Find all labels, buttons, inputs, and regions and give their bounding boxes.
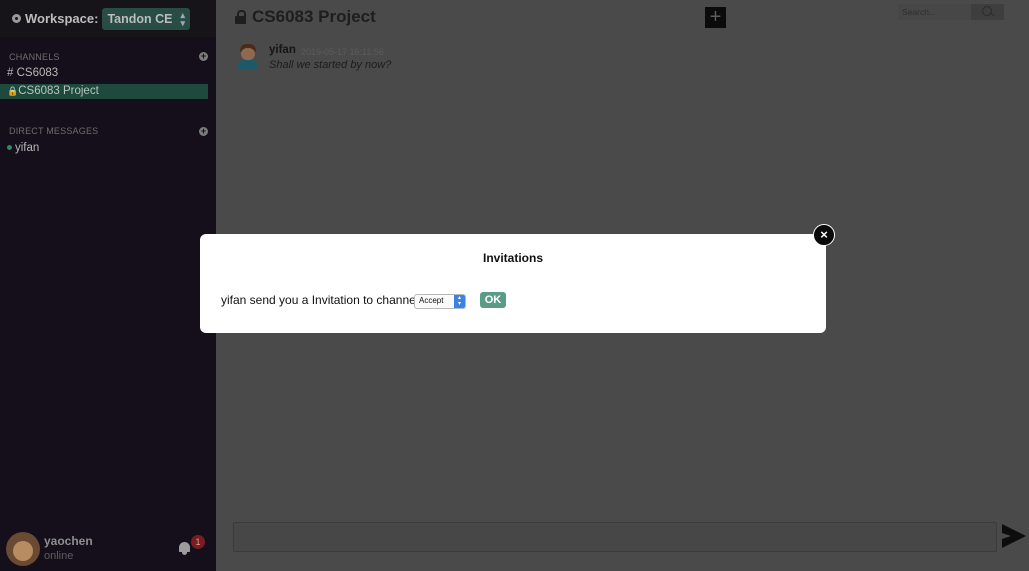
dm-item-label: yifan	[15, 142, 40, 154]
channels-header: CHANNELS	[9, 52, 60, 62]
message-input[interactable]	[233, 522, 997, 552]
message-avatar	[237, 44, 259, 69]
notification-badge[interactable]: 1	[191, 535, 205, 549]
avatar[interactable]	[6, 532, 40, 566]
invitation-text: yifan send you a Invitation to channel:	[221, 293, 422, 307]
add-channel-button[interactable]: +	[199, 52, 208, 61]
current-user-name: yaochen	[44, 534, 93, 548]
invitation-response-select[interactable]: Accept ▴ ▾	[414, 294, 466, 309]
modal-title: Invitations	[482, 251, 543, 265]
workspace-bar: Workspace: Tandon CE ▴ ▾	[0, 0, 216, 37]
lock-icon: 🔒	[7, 86, 19, 96]
search-button[interactable]	[971, 4, 1004, 20]
invitations-modal: Invitations yifan send you a Invitation …	[200, 234, 826, 333]
bell-icon[interactable]	[178, 542, 191, 555]
message-timestamp: 2019-05-17 16:11:56	[301, 47, 384, 57]
current-user-status: online	[44, 550, 74, 562]
select-value: Accept	[419, 296, 444, 305]
channel-title: CS6083 Project	[252, 7, 376, 26]
add-dm-button[interactable]: +	[199, 127, 208, 136]
sidebar: Workspace: Tandon CE ▴ ▾ CHANNELS + # CS6…	[0, 0, 216, 571]
workspace-select-value: Tandon CE	[107, 11, 173, 26]
workspace-label: Workspace:	[25, 11, 99, 26]
message-author: yifan	[269, 44, 296, 56]
workspace-icon	[12, 14, 21, 23]
search-bar: Search...	[898, 4, 1004, 20]
message-text: Shall we started by now?	[269, 59, 392, 71]
lock-icon	[235, 10, 246, 24]
select-caret-icon: ▴ ▾	[180, 9, 186, 28]
search-icon	[982, 6, 993, 16]
channel-item-cs6083[interactable]: # CS6083	[0, 66, 208, 81]
channel-item-label: CS6083 Project	[18, 85, 99, 97]
channel-item-cs6083-project[interactable]: 🔒CS6083 Project	[0, 84, 208, 99]
online-status-icon	[7, 145, 12, 151]
current-user-bar: yaochen online 1	[0, 518, 216, 571]
close-icon[interactable]: ×	[813, 224, 835, 246]
workspace-select[interactable]: Tandon CE ▴ ▾	[102, 7, 191, 30]
direct-messages-header: DIRECT MESSAGES	[9, 126, 99, 136]
search-input[interactable]: Search...	[898, 4, 972, 20]
add-member-button[interactable]: +	[705, 7, 726, 28]
ok-button[interactable]: OK	[480, 292, 506, 308]
dm-item-yifan[interactable]: yifan	[7, 142, 39, 154]
select-arrows-icon: ▴ ▾	[454, 295, 465, 308]
page-title: CS6083 Project	[235, 7, 376, 27]
